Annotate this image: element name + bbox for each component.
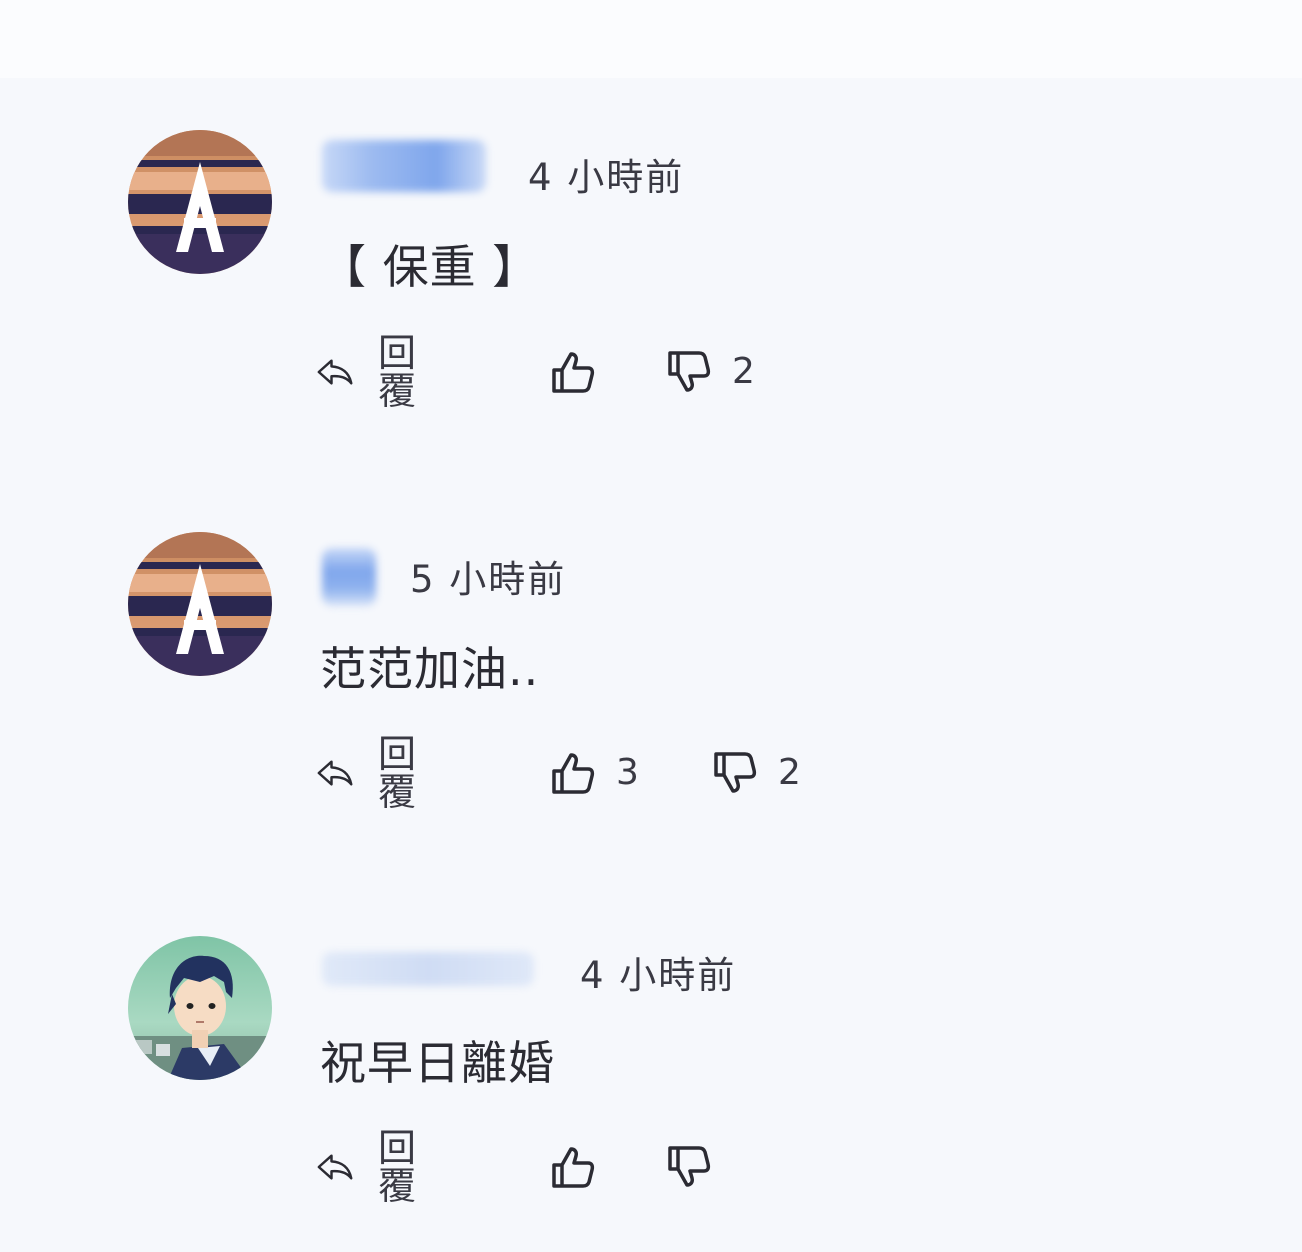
reply-button[interactable]: 回覆 [316,1129,433,1205]
dislike-button[interactable]: 2 [666,347,755,397]
comment-text: 祝早日離婚 [320,1036,555,1090]
dislike-button[interactable] [666,1142,732,1192]
letter-a-logo-icon [128,532,272,676]
thumbs-up-icon [552,1147,595,1188]
thumbs-down-icon [714,752,757,793]
thumbs-up-icon [552,352,595,393]
like-button[interactable] [550,1142,616,1192]
like-button[interactable]: 3 [550,748,639,798]
comment-time: 4 小時前 [580,954,737,997]
like-count: 3 [616,752,639,793]
comment-time: 5 小時前 [410,558,567,601]
reply-arrow-icon [317,1154,353,1180]
comment-text: 范范加油.. [320,642,540,696]
thumbs-up-icon [552,753,595,794]
letter-a-logo-avatar[interactable] [128,532,272,676]
anime-boy-icon [128,936,272,1080]
thumbs-down-icon [668,351,711,392]
reply-button[interactable]: 回覆 [316,334,433,410]
reply-button[interactable]: 回覆 [316,735,433,811]
anime-boy-avatar[interactable] [128,936,272,1080]
dislike-button[interactable]: 2 [712,748,801,798]
thumbs-down-icon [668,1146,711,1187]
reply-arrow-icon [317,359,353,385]
dislike-count: 2 [778,752,801,793]
comment-item: 4 小時前 祝早日離婚 回覆 [0,0,1302,1205]
like-button[interactable] [550,347,616,397]
reply-arrow-icon [317,760,353,786]
dislike-count: 2 [732,351,755,392]
blurred-username[interactable] [322,548,376,606]
blurred-username[interactable] [322,952,534,986]
reply-label: 回覆 [378,1126,418,1208]
reply-label: 回覆 [378,331,418,413]
reply-label: 回覆 [378,732,418,814]
